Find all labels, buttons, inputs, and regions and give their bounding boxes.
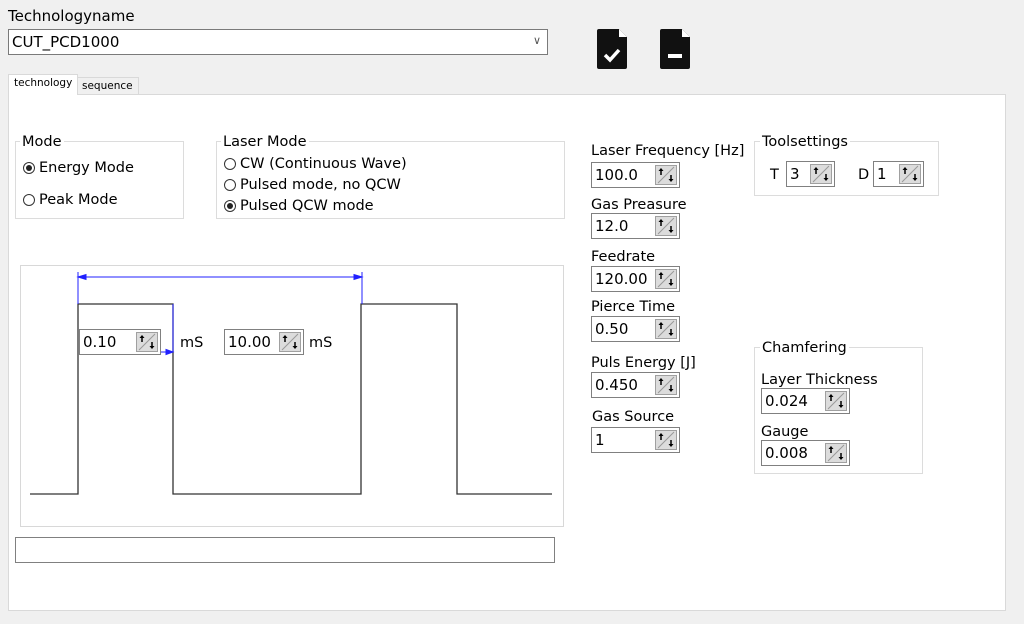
laser-frequency-spinner[interactable]: 100.0 [591,162,680,188]
pierce-time-spinner[interactable]: 0.50 [591,316,680,342]
t-label: T [770,167,779,183]
spin-arrows-icon[interactable] [279,332,301,352]
gas-source-spinner[interactable]: 1 [591,427,680,453]
puls-energy-spinner[interactable]: 0.450 [591,372,680,398]
d-label: D [858,167,870,183]
spin-arrows-icon[interactable] [655,375,677,395]
gas-pressure-label: Gas Preasure [591,197,687,213]
spinner-value: 3 [790,165,800,183]
pulse-waveform [30,272,552,495]
layer-thickness-spinner[interactable]: 0.024 [761,388,850,414]
spin-arrows-icon[interactable] [825,391,847,411]
pulse-width-spinner[interactable]: 0.10 [79,329,161,355]
spinner-value: 0.024 [765,392,808,410]
tab-technology[interactable]: technology [8,74,79,95]
layer-thickness-label: Layer Thickness [761,372,878,388]
spinner-value: 100.0 [595,166,638,184]
spinner-value: 120.00 [595,270,648,288]
gas-pressure-spinner[interactable]: 12.0 [591,213,680,239]
gas-source-label: Gas Source [592,409,675,425]
tool-t-spinner[interactable]: 3 [786,161,835,187]
file-minus-icon[interactable] [660,29,692,69]
spinner-value: 1 [877,165,887,183]
spin-arrows-icon[interactable] [655,216,677,236]
file-check-icon[interactable] [597,29,629,69]
feedrate-label: Feedrate [591,249,656,265]
spin-arrows-icon[interactable] [655,319,677,339]
pierce-time-label: Pierce Time [591,299,676,315]
puls-energy-label: Puls Energy [J] [591,355,696,371]
spinner-value: 0.008 [765,444,808,462]
chamfering-title: Chamfering [760,340,849,356]
spin-arrows-icon[interactable] [136,332,158,352]
spin-arrows-icon[interactable] [655,430,677,450]
pulse-period-spinner[interactable]: 10.00 [224,329,304,355]
gauge-label: Gauge [761,424,809,440]
laser-frequency-label: Laser Frequency [Hz] [591,143,745,159]
spinner-value: 10.00 [228,333,271,351]
feedrate-spinner[interactable]: 120.00 [591,266,680,292]
toolsettings-title: Toolsettings [760,134,850,150]
spinner-value: 12.0 [595,217,629,235]
spin-arrows-icon[interactable] [655,165,677,185]
spin-arrows-icon[interactable] [810,164,832,184]
spin-arrows-icon[interactable] [655,269,677,289]
spinner-value: 0.50 [595,320,629,338]
tool-d-spinner[interactable]: 1 [873,161,924,187]
spinner-value: 1 [595,431,605,449]
spin-arrows-icon[interactable] [825,443,847,463]
spinner-value: 0.10 [83,333,117,351]
spinner-value: 0.450 [595,376,638,394]
gauge-spinner[interactable]: 0.008 [761,440,850,466]
spin-arrows-icon[interactable] [899,164,921,184]
pulse-width-unit: mS [180,335,204,351]
pulse-period-unit: mS [309,335,333,351]
status-textbox[interactable] [15,537,555,563]
